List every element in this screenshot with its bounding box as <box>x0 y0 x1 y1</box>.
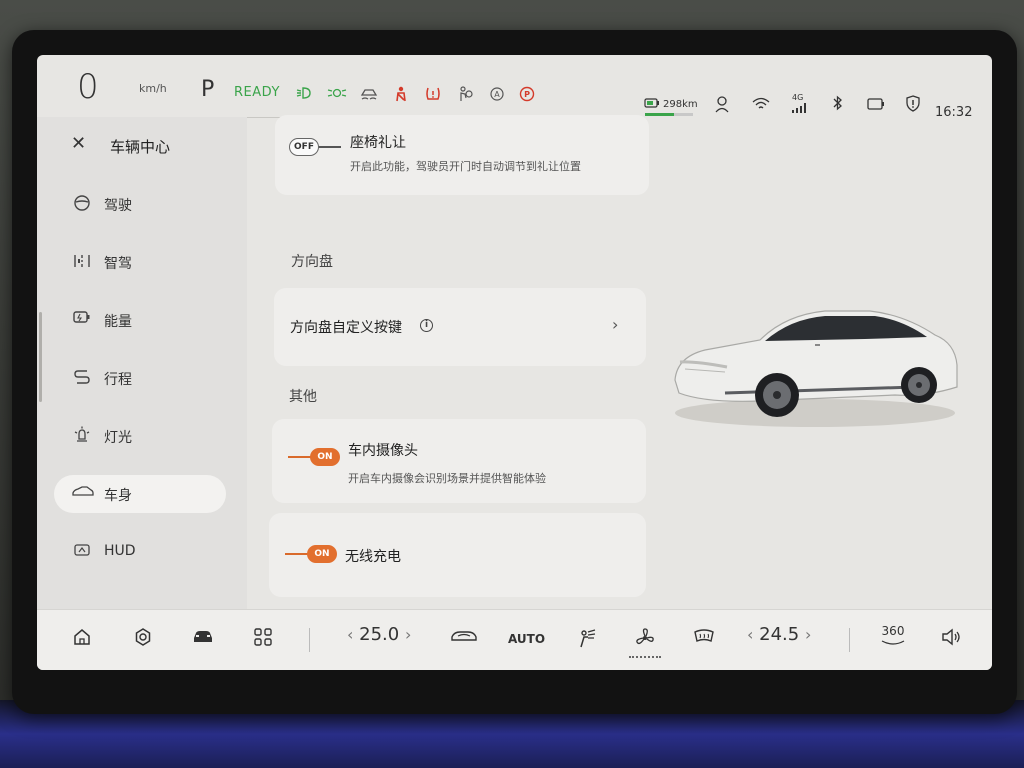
dashcam-icon[interactable] <box>867 97 885 114</box>
ready-indicator: READY <box>234 85 280 100</box>
sidebar-item-label: 灯光 <box>104 430 132 446</box>
range-bar <box>645 113 693 116</box>
dock-divider <box>309 628 310 652</box>
sidebar-item-label: 智驾 <box>104 256 132 272</box>
network-type: 4G <box>792 93 804 102</box>
sidebar-scrollbar[interactable] <box>39 312 42 402</box>
air-circulation-icon[interactable] <box>450 627 477 653</box>
dock-divider <box>849 628 850 652</box>
app-grid-icon[interactable] <box>250 627 276 653</box>
passenger-temperature[interactable]: ‹ 24.5 › <box>747 624 811 645</box>
car-body-icon <box>72 484 94 504</box>
sidebar-item-lights[interactable]: 灯光 <box>54 417 226 455</box>
speed-unit: km/h <box>139 82 167 95</box>
tire-pressure-icon <box>423 86 443 102</box>
toggle-state: ON <box>307 545 337 563</box>
rear-defrost-icon[interactable] <box>691 627 717 653</box>
steering-section-label: 方向盘 <box>291 254 333 270</box>
seat-airflow-icon[interactable] <box>574 627 600 653</box>
fan-icon[interactable] <box>632 627 658 653</box>
sidebar-item-label: 行程 <box>104 372 132 388</box>
temp-decrease-icon[interactable]: ‹ <box>347 625 353 644</box>
passenger-temp-value: 24.5 <box>759 624 800 645</box>
battery-icon <box>72 310 92 330</box>
hud-icon <box>72 542 92 562</box>
sidebar-item-driving[interactable]: 驾驶 <box>54 185 226 223</box>
toggle-state: ON <box>310 448 340 466</box>
range-readout: 298km <box>663 99 698 110</box>
parking-brake-icon: P <box>517 86 537 102</box>
sidebar-item-label: 能量 <box>104 314 132 330</box>
infotainment-screen: 0 km/h P READY A P 298km 4G 16:32 ✕ 车辆中心… <box>37 55 992 670</box>
other-section-label: 其他 <box>289 389 317 405</box>
sidebar-item-car-body[interactable]: 车身 <box>54 475 226 513</box>
auto-climate-button[interactable]: AUTO <box>508 632 545 646</box>
bluetooth-icon[interactable] <box>833 95 843 114</box>
steering-wheel-icon <box>72 194 92 214</box>
temp-increase-icon[interactable]: › <box>805 625 811 644</box>
temp-increase-icon[interactable]: › <box>405 625 411 644</box>
cabin-camera-toggle[interactable]: ON <box>288 448 340 466</box>
driver-profile-icon[interactable] <box>714 95 730 116</box>
position-light-icon <box>327 86 347 102</box>
vehicle-center-sidebar: ✕ 车辆中心 驾驶 智驾 能量 行程 灯光 车身 HUD <box>37 117 247 609</box>
driver-temperature[interactable]: ‹ 25.0 › <box>347 624 411 645</box>
svg-text:A: A <box>494 90 500 99</box>
wireless-charge-toggle[interactable]: ON <box>285 545 337 563</box>
temp-decrease-icon[interactable]: ‹ <box>747 625 753 644</box>
sidebar-item-label: HUD <box>104 543 136 559</box>
sidebar-item-hud[interactable]: HUD <box>54 533 226 571</box>
light-icon <box>72 426 92 446</box>
close-icon[interactable]: ✕ <box>71 133 86 154</box>
seat-courtesy-card: OFF 座椅礼让 开启此功能，驾驶员开门时自动调节到礼让位置 <box>275 115 649 195</box>
vehicle-center-icon[interactable] <box>190 627 216 653</box>
sidebar-title: 车辆中心 <box>110 138 171 156</box>
speed-readout: 0 <box>77 67 99 107</box>
range-icon <box>644 97 662 112</box>
airbag-icon <box>455 86 475 102</box>
vehicle-illustration <box>665 295 965 435</box>
status-bar: 0 km/h P READY A P 298km 4G 16:32 <box>37 55 992 120</box>
fan-speed-indicator <box>629 656 661 658</box>
seat-courtesy-title: 座椅礼让 <box>350 135 406 151</box>
wireless-charge-card: ON 无线充电 <box>269 513 646 597</box>
sidebar-item-label: 车身 <box>104 488 132 504</box>
sidebar-item-trip[interactable]: 行程 <box>54 359 226 397</box>
sidebar-item-energy[interactable]: 能量 <box>54 301 226 339</box>
seatbelt-warning-icon <box>391 86 411 102</box>
toggle-state: OFF <box>289 138 319 156</box>
signal-strength-icon <box>792 103 806 116</box>
wireless-charge-title: 无线充电 <box>345 549 401 565</box>
bottom-dock: ‹ 25.0 › AUTO ‹ 24.5 › 360 <box>37 609 992 670</box>
seat-courtesy-toggle[interactable]: OFF <box>289 138 341 156</box>
cabin-camera-card: ON 车内摄像头 开启车内摄像会识别场景并提供智能体验 <box>272 419 646 503</box>
cabin-camera-title: 车内摄像头 <box>348 443 418 459</box>
sidebar-item-label: 驾驶 <box>104 198 132 214</box>
low-beam-icon <box>295 86 315 102</box>
chevron-right-icon: › <box>612 315 619 334</box>
route-icon <box>72 368 92 388</box>
gear-indicator: P <box>201 77 215 102</box>
steering-custom-key-title: 方向盘自定义按键 <box>290 320 402 336</box>
cabin-camera-desc: 开启车内摄像会识别场景并提供智能体验 <box>348 472 546 485</box>
svg-text:P: P <box>524 90 530 99</box>
settings-gear-icon[interactable] <box>130 627 156 653</box>
steering-custom-key-card[interactable]: 方向盘自定义按键 i › <box>274 288 646 366</box>
volume-icon[interactable] <box>938 627 964 653</box>
security-shield-icon[interactable] <box>905 95 921 115</box>
info-icon[interactable]: i <box>420 319 433 332</box>
wifi-icon[interactable] <box>752 97 770 114</box>
driver-temp-value: 25.0 <box>359 624 400 645</box>
view-360-button[interactable]: 360 <box>880 622 906 648</box>
assisted-driving-icon <box>72 252 92 272</box>
traction-control-icon <box>359 86 379 102</box>
auto-hold-icon: A <box>487 86 507 102</box>
seat-courtesy-desc: 开启此功能，驾驶员开门时自动调节到礼让位置 <box>350 160 581 173</box>
sidebar-item-assisted-driving[interactable]: 智驾 <box>54 243 226 281</box>
home-icon[interactable] <box>69 627 95 653</box>
view-360-label: 360 <box>881 624 905 638</box>
